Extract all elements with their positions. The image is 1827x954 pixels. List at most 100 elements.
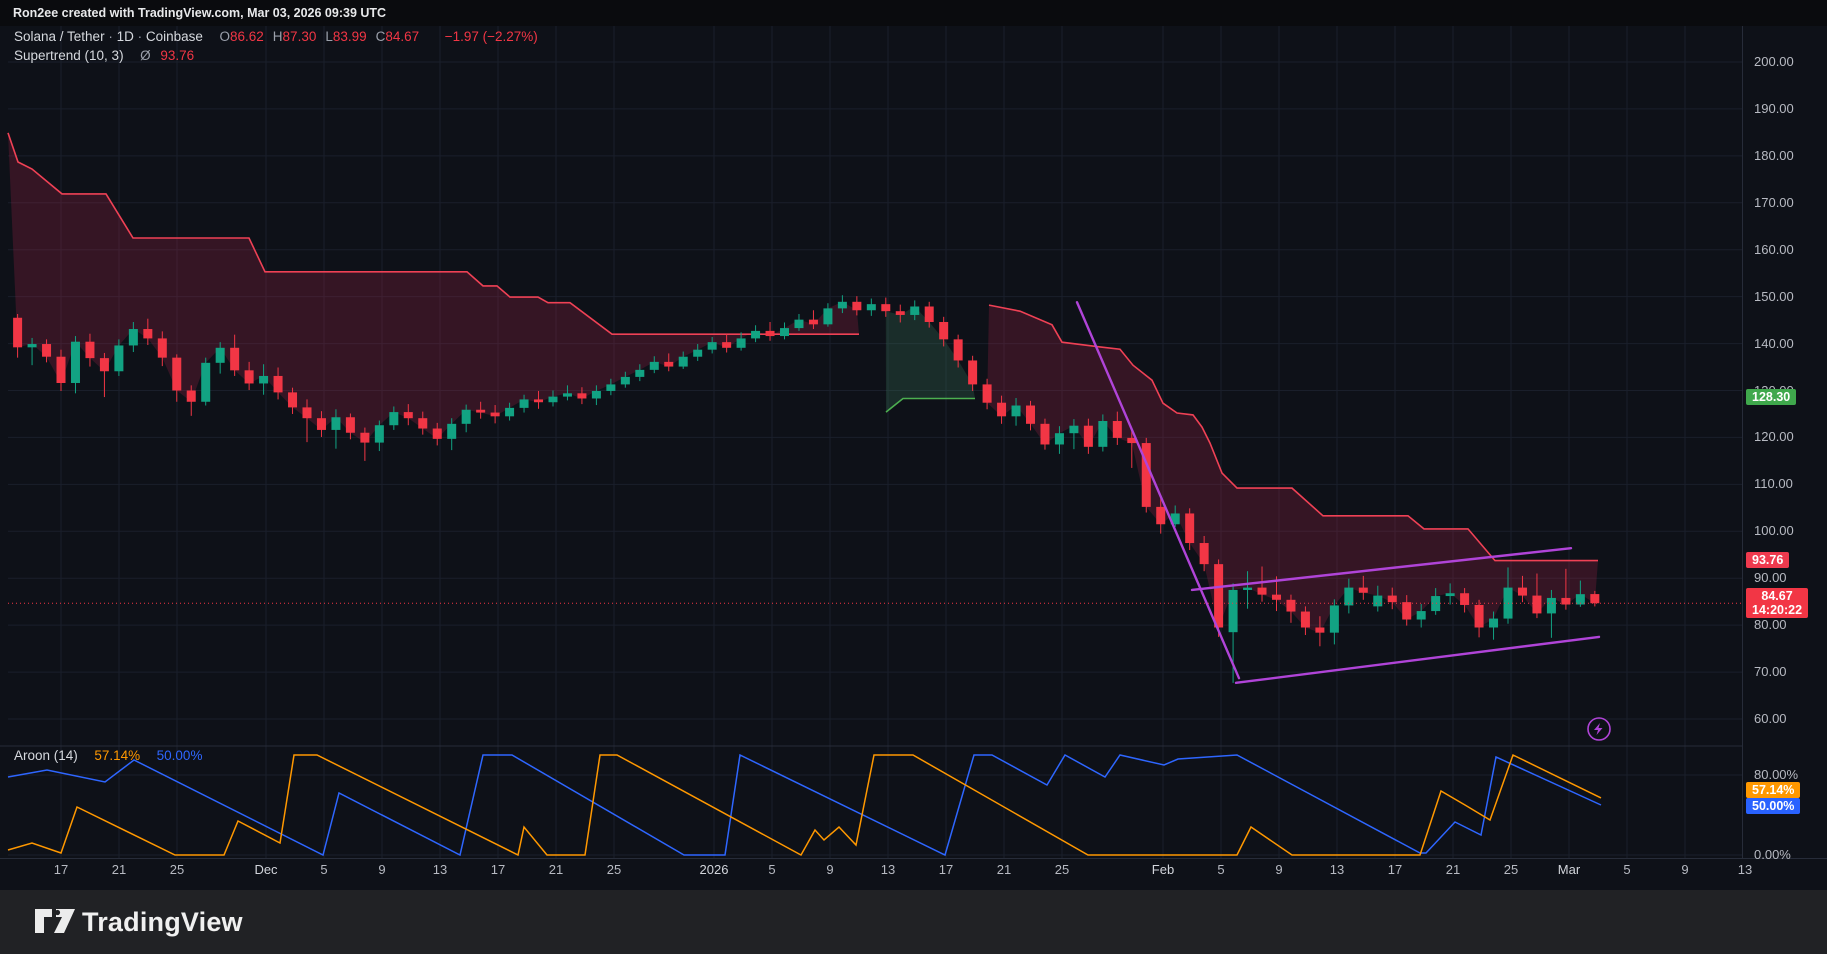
- candle-body: [722, 342, 731, 348]
- candle-body: [563, 393, 572, 396]
- candle-body: [259, 376, 268, 384]
- candle-body: [85, 342, 94, 358]
- candle-body: [1098, 421, 1107, 447]
- time-axis-label: 17: [1388, 862, 1402, 877]
- candle-body: [838, 302, 847, 309]
- candle-body: [404, 412, 413, 418]
- price-axis-label: 120.00: [1754, 429, 1794, 444]
- candle-body: [462, 410, 471, 424]
- candle-body: [1272, 595, 1281, 600]
- candle-body: [737, 338, 746, 347]
- candle-body: [577, 393, 586, 398]
- candle-body: [1301, 612, 1310, 628]
- time-axis-label: 25: [1055, 862, 1069, 877]
- candle-body: [809, 320, 818, 325]
- interval-label[interactable]: 1D: [117, 29, 134, 44]
- candle-body: [1359, 588, 1368, 593]
- candle-body: [621, 377, 630, 385]
- price-axis-label: 180.00: [1754, 148, 1794, 163]
- candle-body: [780, 328, 789, 336]
- candle-body: [274, 376, 283, 392]
- time-axis-label: 25: [1504, 862, 1518, 877]
- tradingview-logo-icon[interactable]: [33, 903, 77, 941]
- candle-body: [679, 357, 688, 367]
- candle-body: [346, 417, 355, 432]
- time-axis-label: 21: [997, 862, 1011, 877]
- candle-body: [534, 399, 543, 402]
- symbol-legend-row[interactable]: Solana / Tether · 1D · Coinbase O86.62H8…: [14, 29, 538, 44]
- supertrend-label: Supertrend (10, 3): [14, 48, 124, 63]
- candle-body: [288, 392, 297, 407]
- footer-bar: TradingView: [0, 890, 1827, 954]
- supertrend-fill: [8, 133, 859, 443]
- supertrend-value: 93.76: [154, 48, 194, 63]
- candle-body: [881, 304, 890, 311]
- candle-body: [1012, 406, 1021, 417]
- time-axis-separator: [0, 858, 1827, 859]
- price-axis-label: 190.00: [1754, 101, 1794, 116]
- aroon-legend-row[interactable]: Aroon (14) 57.14% 50.00%: [14, 748, 202, 763]
- candle-body: [447, 424, 456, 439]
- candle-body: [939, 322, 948, 339]
- candle-body: [983, 384, 992, 402]
- candle-body: [1156, 507, 1165, 524]
- ohlc-value: 87.30: [283, 29, 317, 44]
- candle-body: [1286, 600, 1295, 612]
- candle-body: [230, 348, 239, 371]
- candle-body: [1561, 598, 1570, 605]
- lightning-icon[interactable]: [1588, 718, 1610, 740]
- candle-body: [766, 331, 775, 336]
- price-axis-label: 60.00: [1754, 711, 1787, 726]
- time-axis-label: Feb: [1152, 862, 1174, 877]
- time-axis-label: 17: [54, 862, 68, 877]
- change-value: −1.97 (−2.27%): [445, 29, 538, 44]
- candle-body: [896, 311, 905, 315]
- time-axis-label: Mar: [1558, 862, 1580, 877]
- ohlc-value: 84.67: [385, 29, 419, 44]
- ohlc-value: 83.99: [333, 29, 367, 44]
- candle-body: [491, 413, 500, 417]
- candle-body: [1388, 596, 1397, 603]
- time-axis-label: 5: [320, 862, 327, 877]
- candle-body: [100, 358, 109, 371]
- candle-body: [476, 410, 485, 413]
- candle-body: [650, 362, 659, 370]
- candle-body: [867, 304, 876, 310]
- candle-body: [751, 331, 760, 339]
- candle-body: [331, 417, 340, 430]
- candle-body: [71, 342, 80, 383]
- candle-body: [664, 362, 673, 367]
- candle-body: [505, 408, 514, 416]
- candle-body: [606, 384, 615, 391]
- candle-body: [245, 370, 254, 383]
- time-axis-label: 9: [378, 862, 385, 877]
- candle-body: [968, 360, 977, 384]
- candle-body: [143, 329, 152, 338]
- time-axis-label: 2026: [700, 862, 729, 877]
- time-axis-label: 13: [1738, 862, 1752, 877]
- aroon-label: Aroon (14): [14, 748, 78, 763]
- candle-body: [1229, 590, 1238, 632]
- candle-body: [548, 397, 557, 403]
- price-axis-label: 110.00: [1754, 476, 1793, 491]
- candle-body: [1243, 588, 1252, 590]
- candle-body: [852, 302, 861, 310]
- tradingview-brand-text[interactable]: TradingView: [82, 890, 243, 954]
- candle-body: [1026, 406, 1035, 424]
- candle-body: [1475, 605, 1484, 628]
- time-axis-label: 9: [1681, 862, 1688, 877]
- ohlc-value: 86.62: [230, 29, 264, 44]
- symbol-title: Solana / Tether: [14, 29, 105, 44]
- candle-body: [1547, 598, 1556, 613]
- candle-body: [158, 338, 167, 357]
- candle-body: [1315, 627, 1324, 632]
- supertrend-legend-row[interactable]: Supertrend (10, 3) Ø 93.76: [14, 48, 194, 63]
- aroon-up-line: [8, 755, 1601, 855]
- candle-body: [216, 348, 225, 363]
- candle-body: [187, 391, 196, 402]
- candle-body: [997, 403, 1006, 417]
- chart-canvas[interactable]: [0, 0, 1827, 954]
- price-axis-label: 150.00: [1754, 289, 1794, 304]
- time-axis-label: 25: [170, 862, 184, 877]
- time-axis-label: 5: [1217, 862, 1224, 877]
